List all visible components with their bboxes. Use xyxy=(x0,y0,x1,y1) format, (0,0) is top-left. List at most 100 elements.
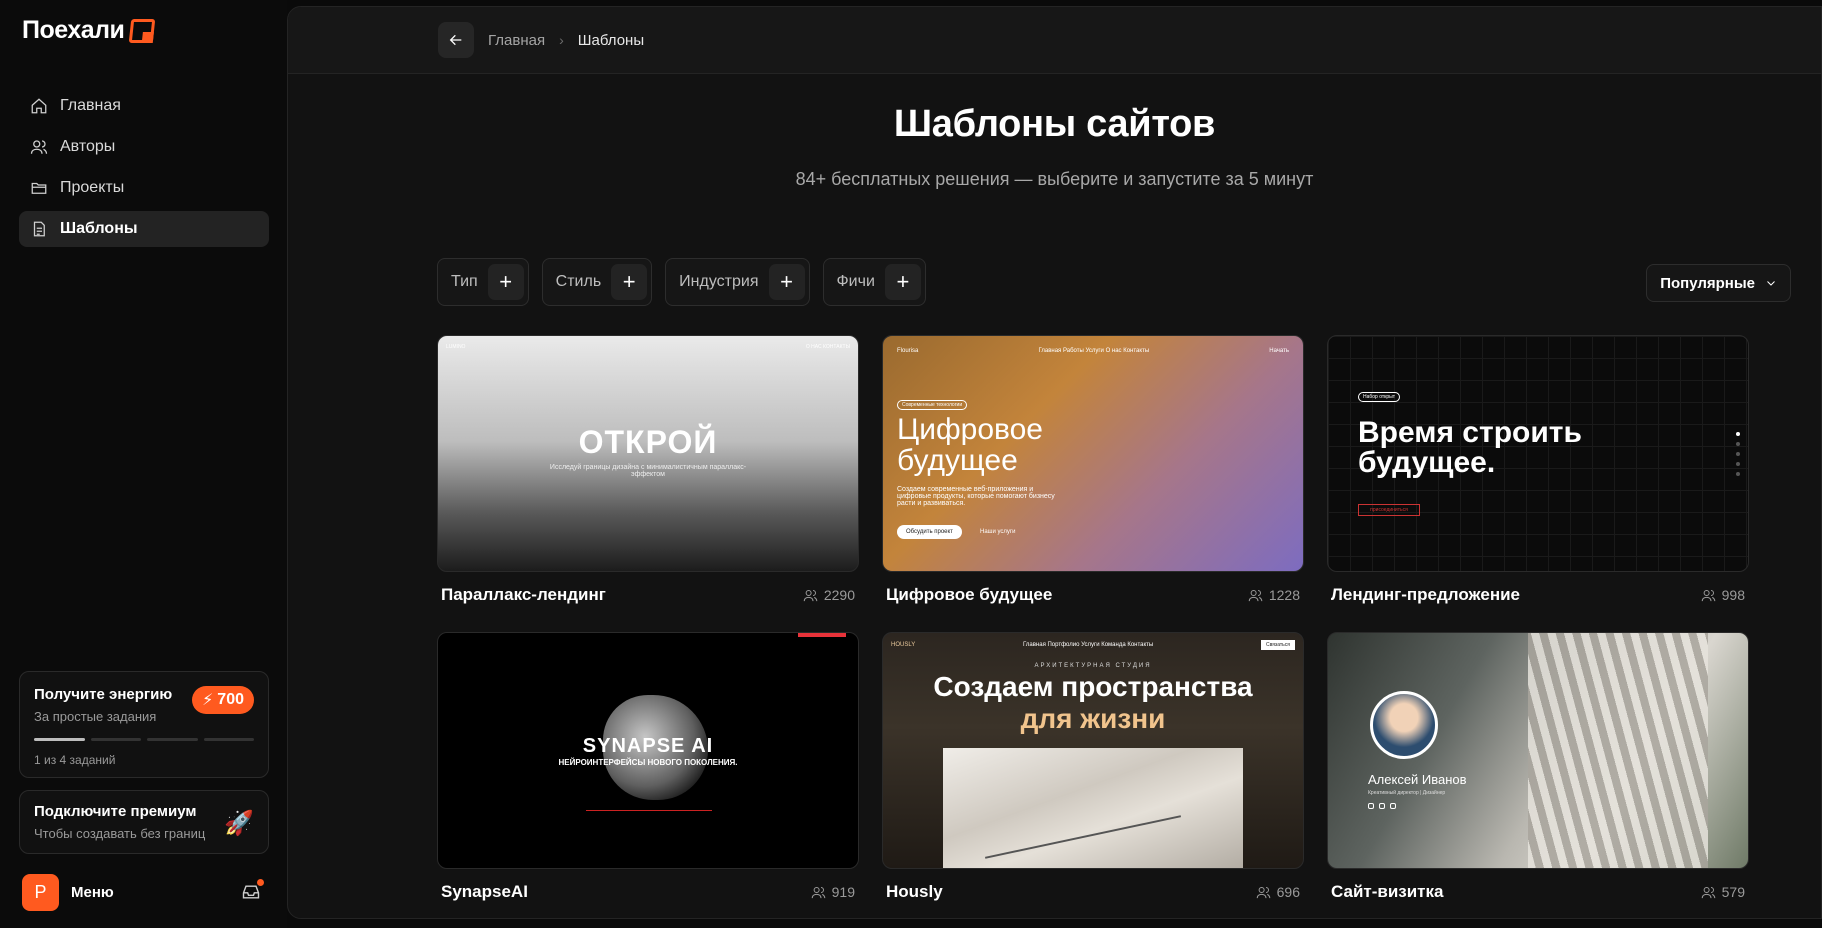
thumb-nav-cta: Начать xyxy=(1269,348,1289,354)
thumb-pill: Набор открыт xyxy=(1358,392,1401,402)
progress-segment xyxy=(203,738,254,741)
premium-card[interactable]: Подключите премиум Чтобы создавать без г… xyxy=(19,790,269,854)
logo[interactable]: Поехали xyxy=(22,16,156,45)
breadcrumb-home[interactable]: Главная xyxy=(488,32,545,49)
users-count: 696 xyxy=(1276,884,1300,900)
thumb-headline-line: для жизни xyxy=(1020,703,1166,734)
users-icon xyxy=(30,140,48,154)
card-footer: Параллакс-лендинг 2290 xyxy=(437,585,859,605)
template-users: 696 xyxy=(1256,884,1300,900)
thumb-headline-line: Время строить xyxy=(1358,416,1582,449)
thumb-pill: Современные технологии xyxy=(897,400,968,410)
thumb-pagination xyxy=(1736,432,1740,476)
sort-label: Популярные xyxy=(1660,274,1755,292)
filter-type[interactable]: Тип + xyxy=(437,258,529,306)
thumb-nav: LUMINO О НАС КОНТАКТЫ xyxy=(446,344,850,350)
progress-segment xyxy=(147,738,198,741)
users-icon xyxy=(1701,886,1715,898)
thumb-person-role: Креативный директор | Дизайнер xyxy=(1368,790,1446,796)
thumb-text: Исследуй границы дизайна с минималистичн… xyxy=(549,464,747,478)
thumb-text: Создаем современные веб-приложения и циф… xyxy=(897,486,1055,507)
card-footer: Сайт-визитка 579 xyxy=(1327,882,1749,902)
energy-badge: ⚡ 700 xyxy=(192,686,254,714)
premium-subtitle: Чтобы создавать без границ xyxy=(34,826,206,841)
energy-progress xyxy=(34,738,254,741)
folder-icon xyxy=(31,182,47,194)
sidebar-item-label: Главная xyxy=(60,97,121,114)
sidebar-item-label: Авторы xyxy=(60,138,116,155)
back-button[interactable] xyxy=(438,22,474,58)
users-count: 2290 xyxy=(823,587,855,603)
sidebar-item-authors[interactable]: Авторы xyxy=(19,129,269,165)
sidebar-item-home[interactable]: Главная xyxy=(19,88,269,124)
template-card[interactable]: SYNAPSE AI НЕЙРОИНТЕРФЕЙСЫ НОВОГО ПОКОЛЕ… xyxy=(437,632,859,918)
template-users: 579 xyxy=(1701,884,1745,900)
template-card[interactable]: Алексей Иванов Креативный директор | Диз… xyxy=(1327,632,1749,918)
document-icon xyxy=(33,221,45,237)
thumb-headline-line: будущее xyxy=(897,444,1018,477)
thumb-avatar xyxy=(1370,691,1438,759)
template-thumbnail[interactable]: HOUSLY Главная Портфолио Услуги Команда … xyxy=(882,632,1304,869)
template-thumbnail[interactable]: Набор открыт Время строить будущее. прис… xyxy=(1327,335,1749,572)
filter-label: Индустрия xyxy=(679,273,759,290)
home-icon xyxy=(31,98,47,114)
template-card[interactable]: LUMINO О НАС КОНТАКТЫ ОТКРОЙ Исследуй гр… xyxy=(437,335,859,632)
filter-label: Стиль xyxy=(555,273,602,290)
template-card[interactable]: HOUSLY Главная Портфолио Услуги Команда … xyxy=(882,632,1304,918)
template-thumbnail[interactable]: SYNAPSE AI НЕЙРОИНТЕРФЕЙСЫ НОВОГО ПОКОЛЕ… xyxy=(437,632,859,869)
template-thumbnail[interactable]: Алексей Иванов Креативный директор | Диз… xyxy=(1327,632,1749,869)
users-count: 919 xyxy=(831,884,855,900)
thumb-nav-links: Главная Работы Услуги О нас Контакты xyxy=(1038,348,1150,354)
page-title: Шаблоны сайтов xyxy=(893,103,1216,145)
rocket-icon: 🚀 xyxy=(224,810,254,837)
progress-segment xyxy=(90,738,141,741)
plus-icon[interactable]: + xyxy=(768,264,805,300)
sidebar-nav: Главная Авторы Проекты Шаблоны xyxy=(19,88,269,252)
sidebar-item-label: Шаблоны xyxy=(60,220,138,237)
sort-select[interactable]: Популярные xyxy=(1646,264,1791,302)
template-thumbnail[interactable]: LUMINO О НАС КОНТАКТЫ ОТКРОЙ Исследуй гр… xyxy=(437,335,859,572)
thumb-headline: Создаем пространства для жизни xyxy=(883,671,1303,735)
menu-label: Меню xyxy=(71,883,114,901)
template-card[interactable]: Набор открыт Время строить будущее. прис… xyxy=(1327,335,1749,632)
plus-icon[interactable]: + xyxy=(487,264,524,300)
main-panel: Главная › Шаблоны Шаблоны сайтов 84+ бес… xyxy=(287,6,1822,919)
thumb-button: присоединиться xyxy=(1358,504,1420,516)
thumb-brand: HOUSLY xyxy=(891,642,916,648)
energy-badge-value: 700 xyxy=(217,691,244,708)
users-icon xyxy=(803,589,818,601)
energy-card[interactable]: Получите энергию За простые задания ⚡ 70… xyxy=(19,671,269,778)
thumb-social-icons xyxy=(1368,803,1396,809)
users-count: 998 xyxy=(1721,587,1745,603)
inbox-button[interactable] xyxy=(240,879,264,902)
thumb-nav: Flourisa Главная Работы Услуги О нас Кон… xyxy=(897,344,1289,358)
sidebar-item-projects[interactable]: Проекты xyxy=(19,170,269,206)
user-menu[interactable]: Р Меню xyxy=(22,873,264,911)
users-count: 579 xyxy=(1721,884,1745,900)
energy-count: 1 из 4 заданий xyxy=(34,753,116,767)
sidebar: Поехали Главная Авторы Проекты Шаблоны П… xyxy=(0,0,287,928)
lightning-icon: ⚡ xyxy=(202,692,214,709)
template-name: SynapseAI xyxy=(441,882,528,901)
sidebar-item-templates[interactable]: Шаблоны xyxy=(19,211,269,247)
avatar[interactable]: Р xyxy=(22,873,59,911)
progress-segment xyxy=(34,738,85,741)
arrow-left-icon xyxy=(449,34,462,46)
filters: Тип + Стиль + Индустрия + Фичи + xyxy=(437,258,926,306)
users-icon xyxy=(1248,589,1263,601)
plus-icon[interactable]: + xyxy=(611,264,648,300)
template-users: 2290 xyxy=(803,587,855,603)
template-card[interactable]: Flourisa Главная Работы Услуги О нас Кон… xyxy=(882,335,1304,632)
filter-features[interactable]: Фичи + xyxy=(822,258,926,306)
thumb-graphic xyxy=(943,748,1243,868)
users-icon xyxy=(1701,589,1715,601)
filter-industry[interactable]: Индустрия + xyxy=(665,258,810,306)
template-thumbnail[interactable]: Flourisa Главная Работы Услуги О нас Кон… xyxy=(882,335,1304,572)
card-footer: Лендинг-предложение 998 xyxy=(1327,585,1749,605)
template-name: Сайт-визитка xyxy=(1331,882,1444,901)
thumb-nav-links: О НАС КОНТАКТЫ xyxy=(805,344,850,350)
plus-icon[interactable]: + xyxy=(884,264,921,300)
thumb-headline: Время строить будущее. xyxy=(1358,418,1582,478)
filter-style[interactable]: Стиль + xyxy=(541,258,653,306)
thumb-accent xyxy=(798,633,846,637)
